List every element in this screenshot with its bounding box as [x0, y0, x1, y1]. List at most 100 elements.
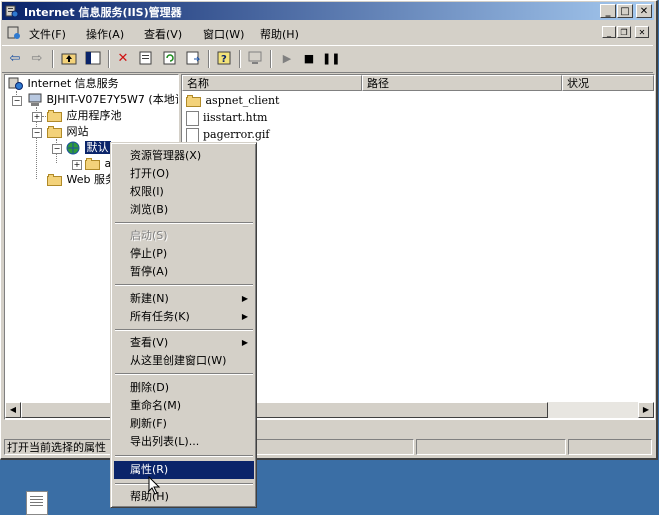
column-header-status[interactable]: 状况 — [562, 75, 654, 91]
menu-separator — [115, 483, 253, 485]
back-arrow-icon[interactable]: ⇦ — [6, 50, 24, 68]
list-item-name: pagerror.gif — [203, 128, 270, 141]
tree-label-root: Internet 信息服务 — [27, 77, 119, 90]
file-icon — [186, 110, 199, 126]
mdi-restore-button[interactable]: ❐ — [617, 26, 631, 38]
toolbar-separator — [270, 50, 272, 68]
mdi-close-button[interactable]: ✕ — [635, 26, 649, 38]
context-item-new-label: 新建(N) — [130, 292, 169, 305]
mouse-cursor-icon — [148, 476, 161, 495]
tree-node-server[interactable]: BJHIT-V07E7Y5W7 (本地计 — [27, 92, 179, 108]
delete-icon[interactable]: ✕ — [114, 50, 132, 68]
tree-node-default-site[interactable]: 默认 — [65, 140, 111, 156]
list-item[interactable]: aspnet_client — [186, 93, 279, 109]
help-icon[interactable]: ? — [215, 50, 233, 68]
pause-icon[interactable]: ❚❚ — [322, 50, 340, 68]
tree-node-child-folder[interactable]: a — [85, 156, 111, 172]
iis-root-icon — [8, 77, 23, 90]
list-item-name: iisstart.htm — [203, 111, 268, 124]
close-button[interactable]: ✕ — [636, 4, 652, 18]
maximize-button[interactable]: □ — [617, 4, 633, 18]
folder-icon — [186, 95, 202, 107]
collapse-websites-icon[interactable]: − — [32, 128, 42, 138]
collapse-server-icon[interactable]: − — [12, 96, 22, 106]
context-item-explorer[interactable]: 资源管理器(X) — [114, 147, 254, 165]
menu-separator — [115, 455, 253, 457]
submenu-arrow-icon: ▶ — [241, 312, 248, 321]
context-item-rename[interactable]: 重命名(M) — [114, 397, 254, 415]
iis-manager-window: Internet 信息服务(IIS)管理器 _ □ ✕ 文件(F) 操作(A) … — [0, 0, 658, 460]
export-list-icon[interactable] — [184, 50, 202, 68]
toolbar-separator — [208, 50, 210, 68]
collapse-default-site-icon[interactable]: − — [52, 144, 62, 154]
context-menu: 资源管理器(X) 打开(O) 权限(I) 浏览(B) 启动(S) 停止(P) 暂… — [110, 142, 257, 508]
menu-separator — [115, 284, 253, 286]
computer-icon[interactable] — [246, 50, 264, 68]
column-header-path[interactable]: 路径 — [362, 75, 562, 91]
context-item-open[interactable]: 打开(O) — [114, 165, 254, 183]
context-item-browse[interactable]: 浏览(B) — [114, 201, 254, 219]
status-panel — [568, 439, 652, 455]
scroll-left-icon[interactable]: ◀ — [5, 402, 21, 418]
mdi-minimize-button[interactable]: _ — [602, 26, 616, 38]
website-globe-icon — [66, 141, 80, 155]
menu-view[interactable]: 查看(V) — [144, 26, 182, 42]
folder-icon — [47, 110, 63, 122]
context-item-permissions[interactable]: 权限(I) — [114, 183, 254, 201]
up-folder-icon[interactable] — [60, 50, 78, 68]
minimize-button[interactable]: _ — [600, 4, 616, 18]
iis-app-icon — [5, 5, 19, 18]
tree-label-web-ext: Web 服务 — [66, 173, 116, 186]
context-item-view-label: 查看(V) — [130, 336, 169, 349]
title-bar[interactable]: Internet 信息服务(IIS)管理器 _ □ ✕ — [2, 2, 654, 20]
forward-arrow-icon[interactable]: ⇨ — [28, 50, 46, 68]
menu-separator — [115, 222, 253, 224]
context-item-start: 启动(S) — [130, 229, 168, 242]
toolbar-separator — [52, 50, 54, 68]
folder-icon — [47, 174, 63, 186]
svg-text:?: ? — [221, 54, 227, 65]
server-icon — [28, 93, 42, 106]
mdi-document-icon[interactable] — [6, 26, 22, 40]
toolbar-separator — [108, 50, 110, 68]
properties-icon[interactable] — [137, 50, 155, 68]
menu-help[interactable]: 帮助(H) — [260, 26, 299, 42]
context-item-export-list[interactable]: 导出列表(L)... — [114, 433, 254, 451]
list-item[interactable]: iisstart.htm — [186, 110, 267, 126]
scroll-right-icon[interactable]: ▶ — [638, 402, 654, 418]
context-item-properties[interactable]: 属性(R) — [114, 461, 254, 479]
context-item-pause[interactable]: 暂停(A) — [114, 263, 254, 281]
folder-icon — [47, 126, 63, 138]
tree-node-root[interactable]: Internet 信息服务 — [8, 76, 119, 92]
tree-node-app-pools[interactable]: 应用程序池 — [47, 108, 122, 124]
context-item-refresh[interactable]: 刷新(F) — [114, 415, 254, 433]
menu-action[interactable]: 操作(A) — [86, 26, 124, 42]
tree-node-web-ext[interactable]: Web 服务 — [47, 172, 116, 188]
stop-icon[interactable]: ■ — [300, 50, 318, 68]
desktop-document-icon[interactable] — [26, 491, 48, 515]
tree-label-default-site: 默认 — [84, 141, 111, 154]
tree-label-app-pools: 应用程序池 — [66, 109, 122, 122]
expand-child-folder-icon[interactable]: + — [72, 160, 82, 170]
list-item[interactable]: pagerror.gif — [186, 127, 269, 143]
context-item-view[interactable]: 查看(V) ▶ — [114, 334, 254, 352]
context-item-stop[interactable]: 停止(P) — [114, 245, 254, 263]
tree-node-websites[interactable]: 网站 — [47, 124, 89, 140]
context-item-delete[interactable]: 删除(D) — [114, 379, 254, 397]
expand-app-pools-icon[interactable]: + — [32, 112, 42, 122]
refresh-icon[interactable] — [161, 50, 179, 68]
tree-label-server: BJHIT-V07E7Y5W7 (本地计 — [46, 93, 179, 106]
submenu-arrow-icon: ▶ — [241, 294, 248, 303]
context-item-help[interactable]: 帮助(H) — [114, 488, 254, 506]
context-item-new[interactable]: 新建(N) ▶ — [114, 290, 254, 308]
tree-label-websites: 网站 — [66, 125, 89, 138]
status-panel — [416, 439, 566, 455]
toolbar: ⇦ ⇨ ✕ ? ▶ ■ ❚❚ — [2, 45, 653, 73]
show-hide-tree-icon[interactable] — [84, 50, 102, 68]
start-icon[interactable]: ▶ — [278, 50, 296, 68]
context-item-new-window[interactable]: 从这里创建窗口(W) — [114, 352, 254, 370]
column-header-name[interactable]: 名称 — [182, 75, 362, 91]
menu-window[interactable]: 窗口(W) — [203, 26, 244, 42]
menu-file[interactable]: 文件(F) — [29, 26, 66, 42]
context-item-all-tasks[interactable]: 所有任务(K) ▶ — [114, 308, 254, 326]
